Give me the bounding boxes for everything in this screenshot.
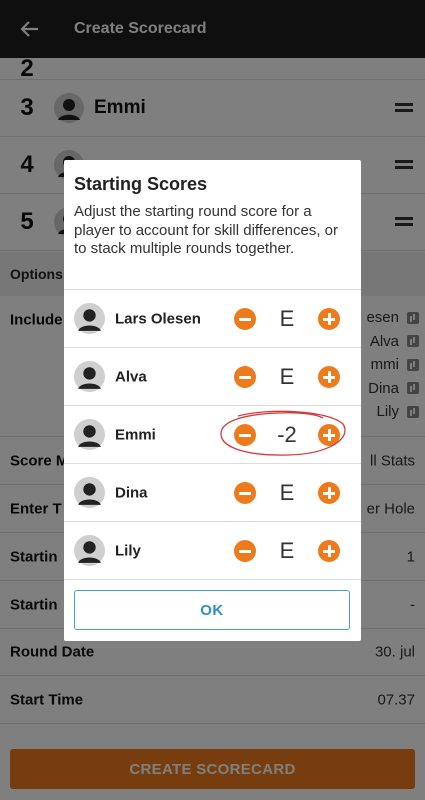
avatar-icon bbox=[74, 303, 105, 334]
ok-button[interactable]: OK bbox=[74, 590, 350, 630]
score-row: Lily E bbox=[64, 522, 361, 580]
starting-scores-dialog: Starting Scores Adjust the starting roun… bbox=[64, 160, 361, 641]
increase-score-button[interactable] bbox=[318, 308, 340, 330]
avatar-icon bbox=[74, 535, 105, 566]
decrease-score-button[interactable] bbox=[234, 482, 256, 504]
player-name: Dina bbox=[115, 484, 148, 501]
score-row: Alva E bbox=[64, 348, 361, 406]
decrease-score-button[interactable] bbox=[234, 366, 256, 388]
player-name: Alva bbox=[115, 368, 147, 385]
score-value: -2 bbox=[277, 421, 297, 447]
starting-scores-list: Lars Olesen E Alva E Emmi -2 Dina E Lily… bbox=[64, 289, 361, 580]
dialog-title: Starting Scores bbox=[74, 174, 208, 194]
avatar-icon bbox=[74, 419, 105, 450]
dialog-description: Adjust the starting round score for a pl… bbox=[74, 203, 339, 257]
score-value: E bbox=[279, 363, 295, 389]
decrease-score-button[interactable] bbox=[234, 540, 256, 562]
increase-score-button[interactable] bbox=[318, 366, 340, 388]
avatar-icon bbox=[74, 361, 105, 392]
player-name: Emmi bbox=[115, 426, 156, 443]
increase-score-button[interactable] bbox=[318, 424, 340, 446]
increase-score-button[interactable] bbox=[318, 482, 340, 504]
score-value: E bbox=[279, 537, 295, 563]
score-value: E bbox=[279, 479, 295, 505]
player-name: Lars Olesen bbox=[115, 310, 201, 327]
score-row: Lars Olesen E bbox=[64, 290, 361, 348]
decrease-score-button[interactable] bbox=[234, 308, 256, 330]
score-row: Emmi -2 bbox=[64, 406, 361, 464]
increase-score-button[interactable] bbox=[318, 540, 340, 562]
score-row: Dina E bbox=[64, 464, 361, 522]
player-name: Lily bbox=[115, 542, 141, 559]
score-value: E bbox=[279, 305, 295, 331]
avatar-icon bbox=[74, 477, 105, 508]
decrease-score-button[interactable] bbox=[234, 424, 256, 446]
